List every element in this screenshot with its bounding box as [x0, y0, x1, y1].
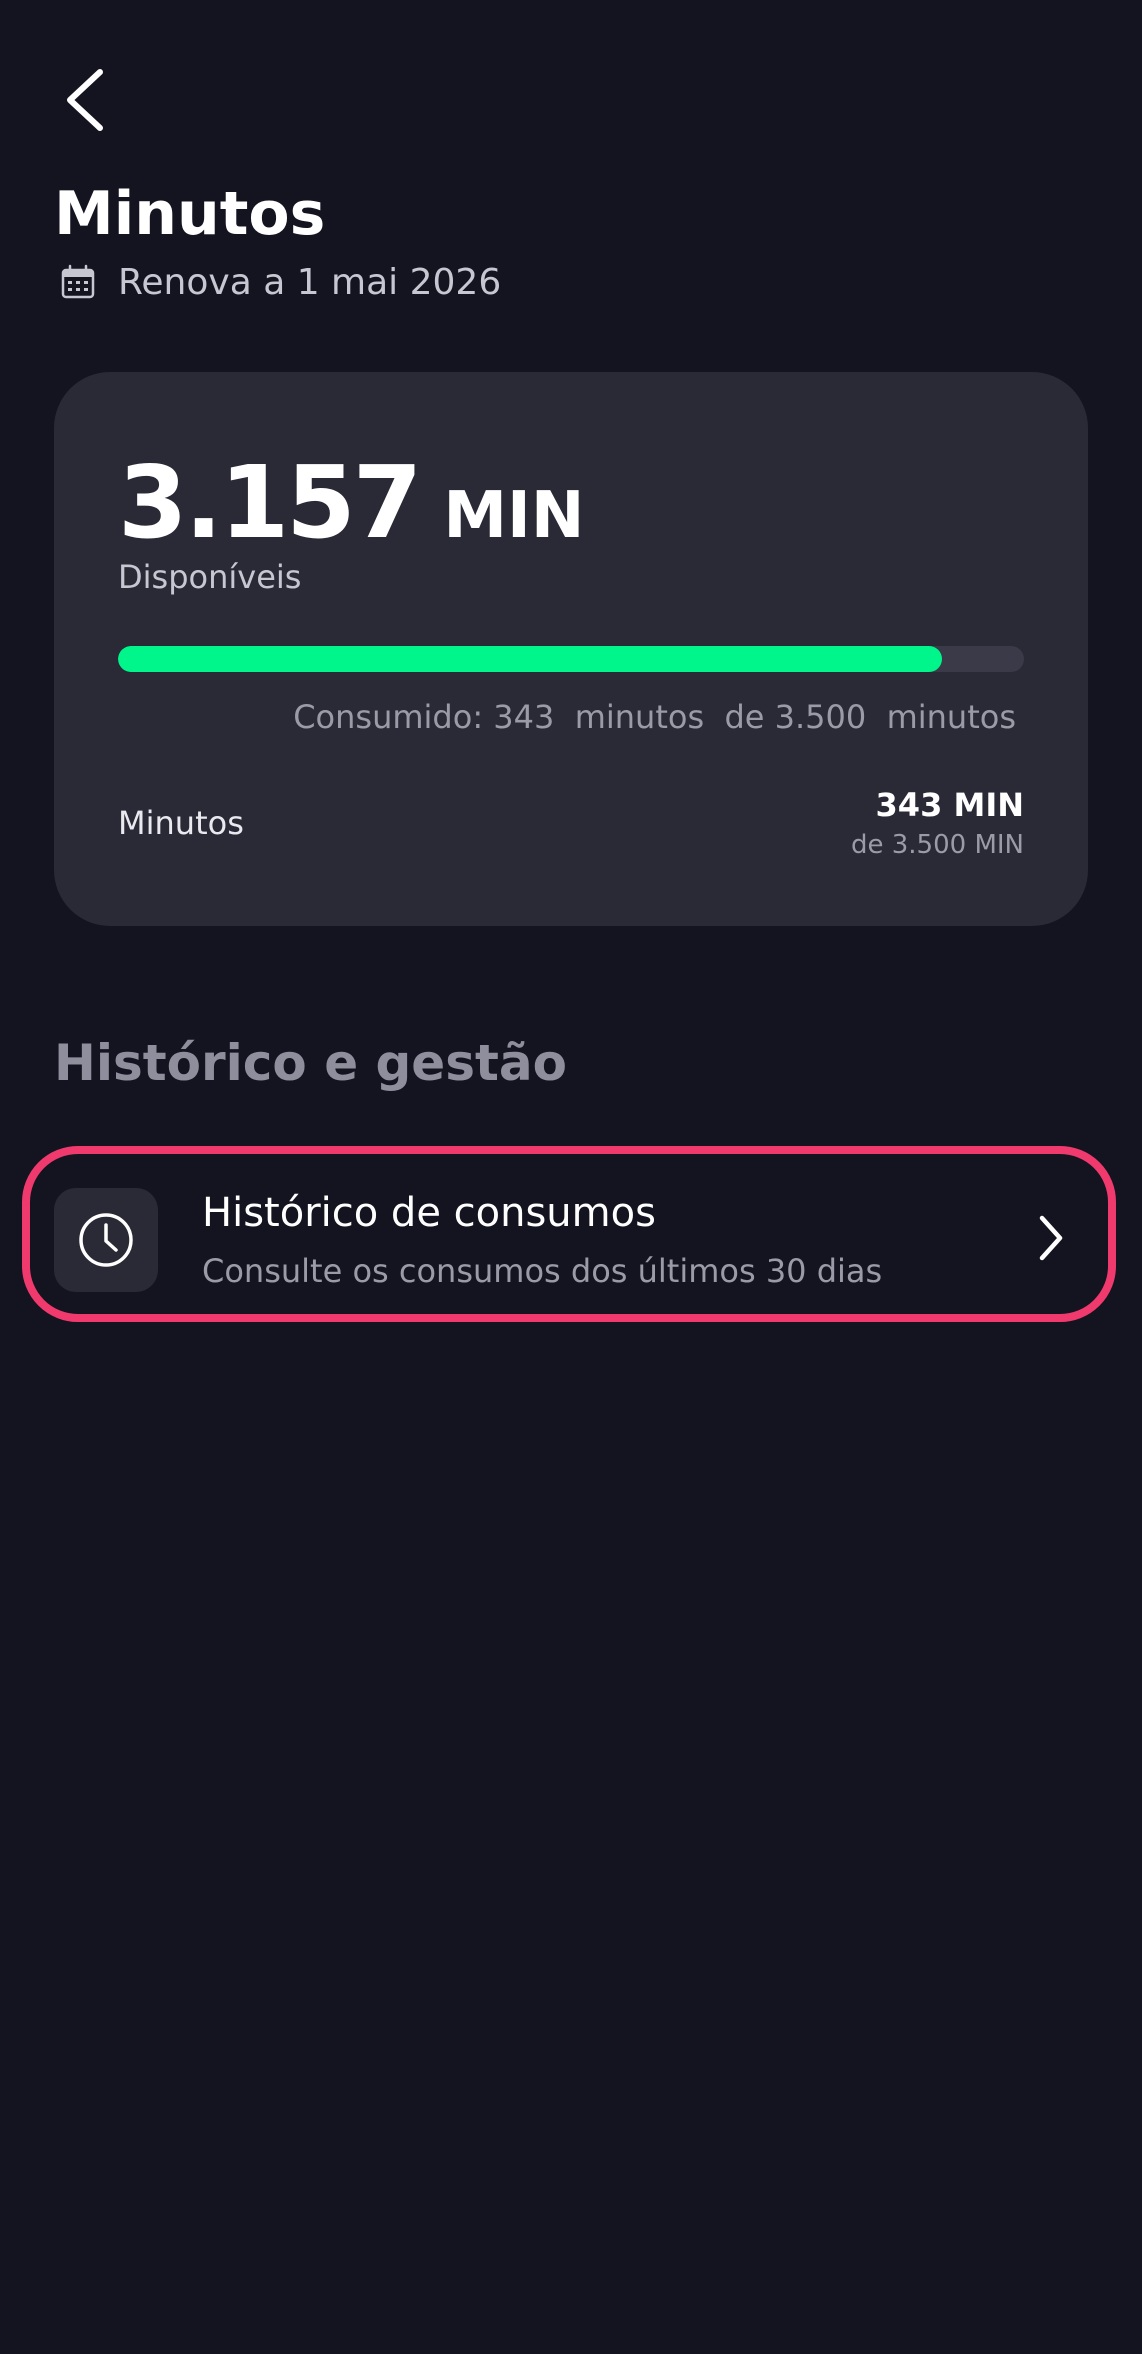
history-icon-container [54, 1188, 158, 1292]
chevron-left-icon [67, 69, 103, 131]
page-title: Minutos [54, 179, 326, 249]
consumed-summary: Consumido: 343 minutos de 3.500 minutos [293, 698, 1016, 736]
back-button[interactable] [54, 58, 124, 142]
history-item-title: Histórico de consumos [202, 1190, 656, 1236]
renewal-info: Renova a 1 mai 2026 [60, 256, 501, 308]
minutes-used: 343 MIN [875, 786, 1024, 824]
usage-progress-bar [118, 646, 1024, 672]
amount-unit: MIN [443, 479, 585, 553]
available-label: Disponíveis [118, 558, 302, 596]
renewal-date: Renova a 1 mai 2026 [118, 261, 502, 303]
available-amount: 3.157 MIN [118, 438, 584, 568]
minutes-total: de 3.500 MIN [850, 830, 1024, 860]
section-title: Histórico e gestão [54, 1034, 567, 1092]
clock-icon [79, 1213, 133, 1267]
calendar-icon [61, 264, 95, 299]
consumption-history-item[interactable]: Histórico de consumos Consulte os consum… [22, 1146, 1116, 1322]
amount-value: 3.157 [118, 444, 422, 561]
minutes-row-label: Minutos [118, 804, 244, 842]
balance-card: 3.157 MIN Disponíveis Consumido: 343 min… [54, 372, 1088, 926]
usage-progress-fill [118, 646, 943, 672]
chevron-right-icon [1039, 1215, 1063, 1261]
history-item-subtitle: Consulte os consumos dos últimos 30 dias [202, 1252, 883, 1290]
